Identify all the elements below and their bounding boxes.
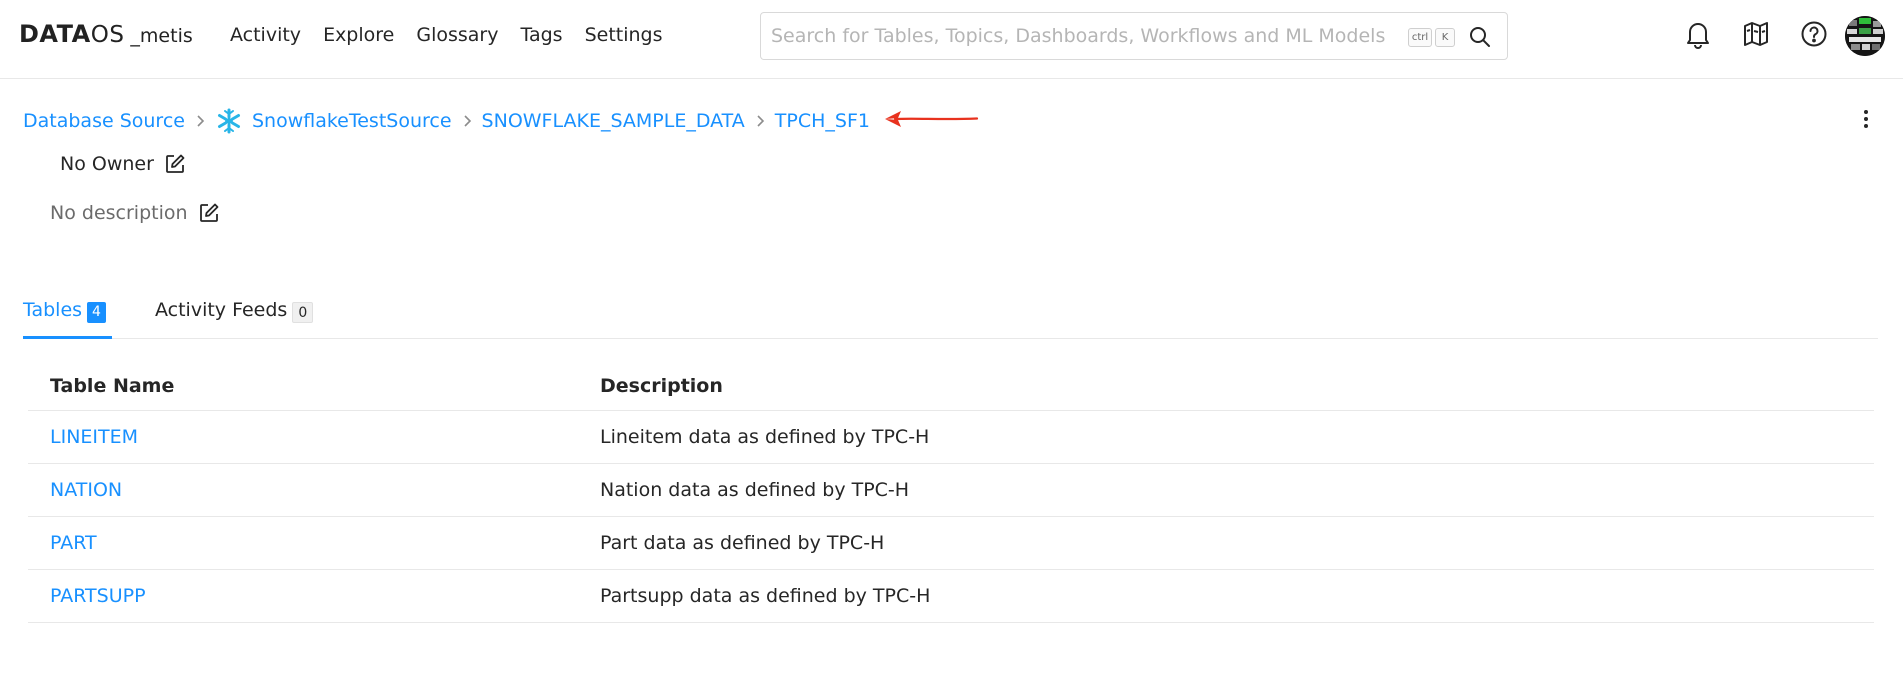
description-text: No description xyxy=(50,202,188,224)
table-description: Nation data as defined by TPC-H xyxy=(600,479,910,501)
chevron-right-icon xyxy=(462,114,472,128)
owner-label: No Owner xyxy=(60,153,154,175)
tables-list: Table Name Description LINEITEM Lineitem… xyxy=(28,361,1874,623)
help-circle-icon[interactable] xyxy=(1797,17,1831,51)
search-input[interactable] xyxy=(771,13,1391,59)
table-description: Partsupp data as defined by TPC-H xyxy=(600,585,931,607)
shortcut-ctrl-key: ctrl xyxy=(1408,28,1432,47)
breadcrumb-schema[interactable]: TPCH_SF1 xyxy=(775,110,870,132)
logo-text-sub: _metis xyxy=(130,25,193,47)
edit-description-icon[interactable] xyxy=(198,202,220,224)
nav-item-glossary[interactable]: Glossary xyxy=(416,22,498,48)
breadcrumb: Database Source SnowflakeTestSource SNOW… xyxy=(23,107,870,135)
chevron-right-icon xyxy=(755,114,765,128)
kebab-menu-icon[interactable] xyxy=(1857,106,1875,132)
shortcut-k-key: K xyxy=(1435,28,1455,47)
column-header-table-name: Table Name xyxy=(50,374,175,397)
logo-text-main: DATA xyxy=(19,20,91,48)
tab-tables-label: Tables xyxy=(23,299,83,321)
table-description: Part data as defined by TPC-H xyxy=(600,532,885,554)
nav-item-explore[interactable]: Explore xyxy=(323,22,394,48)
owner-section: No Owner xyxy=(60,153,186,175)
nav-item-tags[interactable]: Tags xyxy=(520,22,562,48)
table-name-link[interactable]: PARTSUPP xyxy=(50,585,146,607)
nav-item-settings[interactable]: Settings xyxy=(585,22,663,48)
map-icon[interactable] xyxy=(1739,17,1773,51)
top-navigation-bar: DATA OS _metis Activity Explore Glossary… xyxy=(0,0,1903,79)
tab-tables[interactable]: Tables 4 xyxy=(23,296,112,339)
tab-activity-feeds-count-badge: 0 xyxy=(292,302,314,323)
breadcrumb-database[interactable]: SNOWFLAKE_SAMPLE_DATA xyxy=(482,110,745,132)
table-row: NATION Nation data as defined by TPC-H xyxy=(28,464,1874,517)
main-nav: Activity Explore Glossary Tags Settings xyxy=(230,22,685,48)
tab-tables-count-badge: 4 xyxy=(87,302,106,323)
table-name-link[interactable]: LINEITEM xyxy=(50,426,138,448)
tab-activity-feeds-label: Activity Feeds xyxy=(155,299,288,321)
table-name-link[interactable]: NATION xyxy=(50,479,122,501)
annotation-arrow-icon xyxy=(883,108,979,130)
table-header: Table Name Description xyxy=(28,361,1874,411)
description-section: No description xyxy=(50,202,220,224)
snowflake-icon xyxy=(215,107,243,135)
table-description: Lineitem data as defined by TPC-H xyxy=(600,426,930,448)
tab-activity-feeds[interactable]: Activity Feeds 0 xyxy=(155,296,314,339)
global-search: ctrl K xyxy=(760,12,1508,60)
breadcrumb-service[interactable]: SnowflakeTestSource xyxy=(252,110,452,132)
nav-item-activity[interactable]: Activity xyxy=(230,22,301,48)
bell-icon[interactable] xyxy=(1681,17,1715,51)
chevron-right-icon xyxy=(195,114,205,128)
breadcrumb-database-source[interactable]: Database Source xyxy=(23,110,185,132)
app-logo[interactable]: DATA OS _metis xyxy=(19,20,193,50)
edit-owner-icon[interactable] xyxy=(164,153,186,175)
user-avatar[interactable] xyxy=(1845,16,1885,56)
search-icon[interactable] xyxy=(1468,25,1492,49)
column-header-description: Description xyxy=(600,374,723,397)
table-row: LINEITEM Lineitem data as defined by TPC… xyxy=(28,411,1874,464)
table-row: PARTSUPP Partsupp data as defined by TPC… xyxy=(28,570,1874,623)
table-name-link[interactable]: PART xyxy=(50,532,97,554)
table-row: PART Part data as defined by TPC-H xyxy=(28,517,1874,570)
logo-text-os: OS xyxy=(90,22,125,48)
tab-bar: Tables 4 Activity Feeds 0 xyxy=(23,296,1878,339)
